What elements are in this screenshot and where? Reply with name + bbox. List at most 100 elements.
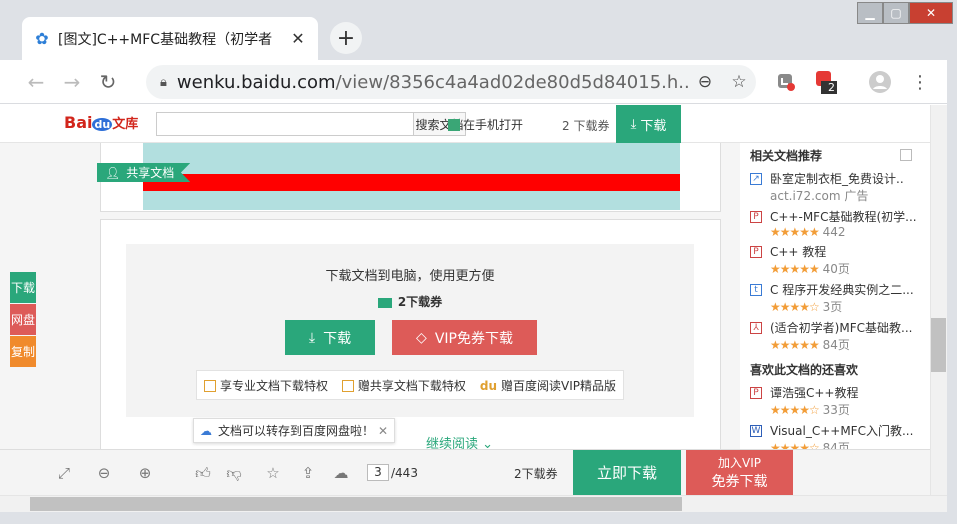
logo-bai: Bai xyxy=(64,113,93,132)
window-frame-right xyxy=(947,60,957,524)
thumbs-down-icon[interactable]: 👎︎ xyxy=(225,464,243,482)
related-item[interactable]: t C 程序开发经典实例之二... ★★★★☆ 3页 xyxy=(750,281,930,315)
also-like-title: Visual_C++MFC入门教... xyxy=(770,424,914,438)
bookmark-star-icon[interactable]: ☆ xyxy=(722,72,756,92)
page-number-input[interactable]: 3 xyxy=(367,464,389,481)
share-icon[interactable]: ⇪ xyxy=(299,464,317,482)
ppt-icon: P xyxy=(750,386,762,399)
thumbs-up-icon[interactable]: 👍︎ xyxy=(194,464,212,482)
perk-item: 赠共享文档下载特权 xyxy=(341,377,466,394)
tab-title: [图文]C++MFC基础教程（初学者 xyxy=(58,31,273,48)
zoom-icon[interactable]: ⊖ xyxy=(688,72,722,92)
download-panel: 下载文档到电脑，使用更方便 2下载券 ⤓ 下载 ◇ VIP免券下载 享专业文档下载特… xyxy=(126,244,694,417)
open-on-phone[interactable]: 在手机打开 xyxy=(448,116,523,133)
download-count: 2 下载券 xyxy=(562,119,610,133)
rating-stars: ★★★★★ xyxy=(770,262,820,276)
profile-avatar-icon[interactable] xyxy=(866,68,894,96)
extension-badge-icon[interactable]: 2 xyxy=(812,68,840,96)
related-sidebar: 相关文档推荐 ↗ 卧室定制衣柜_免费设计.. act.i72.com 广告 P C+… xyxy=(740,143,930,495)
related-item-meta: 84页 xyxy=(822,338,850,352)
related-item-meta: act.i72.com 广告 xyxy=(770,189,869,203)
close-window-button[interactable]: ✕ xyxy=(909,2,953,24)
related-item[interactable]: ⅄ (适合初学者)MFC基础教... ★★★★★ 84页 xyxy=(750,319,930,353)
cloud-save-icon[interactable]: ☁ xyxy=(332,464,350,482)
related-item-title: 卧室定制衣柜_免费设计.. xyxy=(770,172,904,186)
ad-link-icon: ↗ xyxy=(750,172,762,185)
related-item-title: C++ 教程 xyxy=(770,245,827,259)
related-item[interactable]: P C++-MFC基础教程(初学... ★★★★★ 442 xyxy=(750,208,930,239)
horizontal-scroll-thumb[interactable] xyxy=(30,497,682,511)
also-like-meta: 33页 xyxy=(822,403,850,417)
panel-download-button[interactable]: ⤓ 下载 xyxy=(285,320,375,355)
header-download-label: 下载 xyxy=(640,118,667,134)
rating-stars: ★★★★☆ xyxy=(770,300,820,314)
download-now-button[interactable]: 立即下载 xyxy=(573,450,681,495)
user-icon: 👤︎ xyxy=(105,165,121,180)
rating-stars: ★★★★★ xyxy=(770,225,820,239)
rating-stars: ★★★★☆ xyxy=(770,403,820,417)
search-input[interactable] xyxy=(156,112,414,136)
join-vip-line2: 免券下载 xyxy=(711,474,768,490)
related-item[interactable]: P C++ 教程 ★★★★★ 40页 xyxy=(750,243,930,277)
window-frame-bottom xyxy=(0,512,957,524)
address-bar[interactable]: 🔒︎ wenku.baidu.com/view/8356c4a4ad02de80… xyxy=(146,65,756,99)
forward-icon[interactable]: → xyxy=(54,64,90,100)
also-like-item[interactable]: P 谭浩强C++教程 ★★★★☆ 33页 xyxy=(750,384,930,418)
extension-icon[interactable] xyxy=(772,68,800,96)
header-download-button[interactable]: ⤓ 下载 xyxy=(616,105,681,143)
maximize-button[interactable]: ▢ xyxy=(883,2,909,24)
related-item-meta: 442 xyxy=(822,225,846,239)
logo-ku: 文库 xyxy=(112,117,139,132)
open-on-phone-label: 在手机打开 xyxy=(463,118,524,132)
lock-icon: 🔒︎ xyxy=(160,74,167,90)
fullscreen-icon[interactable]: ⤢ xyxy=(55,464,73,482)
url-host: wenku.baidu.com xyxy=(176,71,336,93)
share-tag: 👤︎ 共享文档 xyxy=(97,163,191,182)
bottom-download-count: 2下载券 xyxy=(514,467,558,481)
related-heading-text: 相关文档推荐 xyxy=(750,149,823,163)
baidu-logo[interactable]: Bai du 文库 xyxy=(64,113,138,132)
menu-dots-icon[interactable]: ⋮ xyxy=(906,68,934,96)
join-vip-button[interactable]: 加入VIP 免券下载 xyxy=(686,450,793,495)
vertical-scrollbar[interactable] xyxy=(930,105,947,495)
cloud-icon: ☁ xyxy=(200,423,212,438)
rail-netdisk[interactable]: 网盘 xyxy=(10,304,36,335)
star-icon[interactable]: ☆ xyxy=(264,464,282,482)
vertical-scroll-thumb[interactable] xyxy=(931,318,946,372)
qr-icon xyxy=(448,118,460,131)
reload-icon[interactable]: ↻ xyxy=(90,64,126,100)
baidu-header: Bai du 文库 搜索文档 在手机打开 2 下载券 ⤓ 下载 xyxy=(0,105,930,143)
vip-perks: 享专业文档下载特权 赠共享文档下载特权 du 赠百度阅读VIP精品版 xyxy=(196,370,624,400)
rail-copy[interactable]: 复制 xyxy=(10,336,36,367)
new-tab-button[interactable]: + xyxy=(330,22,362,54)
page-indicator: 3/443 xyxy=(367,464,418,481)
related-heading: 相关文档推荐 xyxy=(750,147,930,164)
netdisk-toast: ☁ 文档可以转存到百度网盘啦！ ✕ xyxy=(193,418,395,443)
vip-download-button[interactable]: ◇ VIP免券下载 xyxy=(392,320,537,355)
related-item[interactable]: ↗ 卧室定制衣柜_免费设计.. act.i72.com 广告 xyxy=(750,170,930,204)
zoom-out-icon[interactable]: ⊖ xyxy=(95,464,113,482)
also-like-title: 谭浩强C++教程 xyxy=(770,386,859,400)
minimize-button[interactable]: ▁ xyxy=(857,2,883,24)
download-cost: 2下载券 xyxy=(126,293,694,310)
zoom-in-icon[interactable]: ⊕ xyxy=(136,464,154,482)
perk-label: 享专业文档下载特权 xyxy=(219,378,328,393)
download-panel-text: 下载文档到电脑，使用更方便 xyxy=(325,269,495,284)
document-image-redbar xyxy=(143,174,680,191)
related-item-meta: 3页 xyxy=(822,300,843,314)
ad-close-icon[interactable] xyxy=(900,149,912,161)
related-item-title: C 程序开发经典实例之二... xyxy=(770,283,914,297)
close-tab-icon[interactable]: ✕ xyxy=(288,29,308,48)
toast-text: 文档可以转存到百度网盘啦！ xyxy=(218,424,375,438)
word-icon: W xyxy=(750,424,762,437)
logo-du: du xyxy=(92,118,113,131)
perk-item: du 赠百度阅读VIP精品版 xyxy=(480,377,616,394)
url-path: /view/8356c4a4ad02de80d5d84015.h... xyxy=(335,71,688,93)
back-icon[interactable]: ← xyxy=(18,64,54,100)
browser-tab[interactable]: ✿ [图文]C++MFC基础教程（初学者 ✕ xyxy=(22,17,318,60)
related-item-title: (适合初学者)MFC基础教... xyxy=(770,321,913,335)
extension-badge-count: 2 xyxy=(828,81,835,94)
rail-download[interactable]: 下载 xyxy=(10,272,36,303)
related-item-meta: 40页 xyxy=(822,262,850,276)
close-icon[interactable]: ✕ xyxy=(378,424,388,438)
